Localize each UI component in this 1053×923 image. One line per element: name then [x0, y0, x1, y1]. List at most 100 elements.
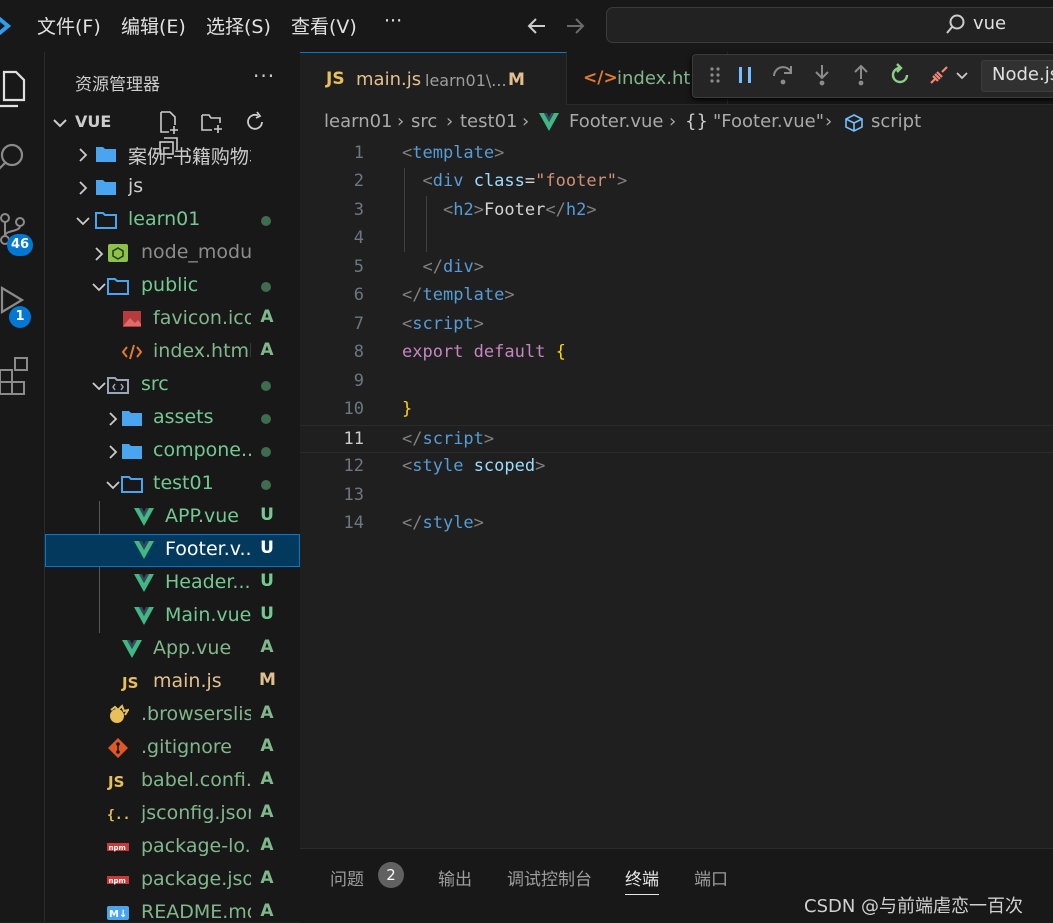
menu-more[interactable]: ··· — [384, 10, 402, 32]
chevron-right-icon[interactable] — [75, 148, 91, 162]
menu-file[interactable]: 文件(F) — [37, 12, 101, 39]
chevron-right-icon[interactable] — [105, 445, 121, 459]
step-out-icon[interactable] — [849, 63, 873, 87]
new-file-icon[interactable] — [157, 110, 181, 134]
tree-item[interactable]: favicon.ico A — [45, 303, 300, 336]
line-number: 3 — [353, 200, 364, 220]
tab-modified-marker: M — [508, 70, 525, 90]
panel-tab-output[interactable]: 输出 — [438, 865, 472, 890]
chevron-down-icon[interactable] — [75, 214, 91, 228]
tree-item[interactable]: JS babel.confi... A — [45, 765, 300, 798]
panel-tab-problems[interactable]: 问题 — [330, 865, 364, 890]
code-line-current: 11 </script> — [300, 425, 1053, 453]
new-folder-icon[interactable] — [200, 110, 224, 134]
forward-arrow-icon[interactable] — [564, 15, 586, 37]
chevron-right-icon[interactable] — [105, 412, 121, 426]
tree-item-label: favicon.ico — [153, 307, 251, 329]
breadcrumb-footer-object[interactable]: "Footer.vue" — [713, 111, 824, 132]
tree-item[interactable]: public — [45, 270, 300, 303]
tree-item[interactable]: test01 — [45, 468, 300, 501]
tree-item[interactable]: App.vue A — [45, 633, 300, 666]
chevron-down-icon[interactable] — [955, 69, 969, 83]
menu-edit[interactable]: 编辑(E) — [121, 12, 186, 39]
back-arrow-icon[interactable] — [526, 15, 548, 37]
tree-item[interactable]: node_modules — [45, 237, 300, 270]
tree-item[interactable]: learn01 — [45, 204, 300, 237]
menu-view[interactable]: 查看(V) — [291, 12, 357, 39]
modified-dot — [261, 282, 271, 292]
drag-handle-icon[interactable] — [703, 63, 727, 87]
html-file-icon: </> — [583, 68, 618, 88]
tree-item[interactable]: js — [45, 171, 300, 204]
chevron-right-icon: › — [397, 111, 405, 132]
chevron-right-icon[interactable] — [75, 181, 91, 195]
tree-item[interactable]: .browserslis... A — [45, 699, 300, 732]
tree-item[interactable]: JS main.js M — [45, 666, 300, 699]
tree-item[interactable]: 案例-书籍购物车 — [45, 138, 300, 171]
tree-item[interactable]: src — [45, 369, 300, 402]
src-folder-icon — [107, 377, 129, 394]
js-file-icon: JS — [107, 773, 124, 791]
tree-item[interactable]: M↓ README.md A — [45, 897, 300, 922]
tree-item[interactable]: index.html A — [45, 336, 300, 369]
svg-text:M↓: M↓ — [109, 909, 127, 920]
disconnect-icon[interactable] — [927, 63, 951, 87]
tab-main-js[interactable]: JS main.js learn01\... M — [300, 52, 567, 105]
breadcrumb-src[interactable]: src — [411, 111, 437, 132]
command-center-search[interactable]: vue — [606, 7, 1053, 43]
tree-item-selected[interactable]: Footer.v... U — [45, 534, 300, 567]
breadcrumb-footer-vue[interactable]: Footer.vue — [569, 111, 663, 132]
git-status-badge: A — [260, 307, 274, 327]
pause-icon[interactable] — [733, 63, 757, 87]
tab-main-js-name: main.js — [356, 69, 422, 90]
tree-item-label: learn01 — [128, 208, 201, 230]
git-status-badge: A — [260, 769, 274, 789]
breadcrumb-learn01[interactable]: learn01 — [324, 111, 393, 132]
tree-item[interactable]: APP.vue U — [45, 501, 300, 534]
tree-item-label: APP.vue — [165, 505, 239, 527]
extensions-icon[interactable] — [0, 352, 30, 396]
tree-item[interactable]: assets — [45, 402, 300, 435]
chevron-right-icon[interactable] — [91, 247, 107, 261]
vue-file-icon — [134, 607, 154, 625]
problems-count-badge: 2 — [378, 862, 404, 888]
explorer-title: 资源管理器 — [75, 75, 160, 95]
svg-text:JS: JS — [107, 773, 124, 791]
refresh-icon[interactable] — [243, 110, 267, 134]
svg-text:JS: JS — [121, 674, 138, 692]
step-into-icon[interactable] — [810, 63, 834, 87]
panel-tab-terminal[interactable]: 终端 — [625, 865, 659, 895]
chevron-down-icon[interactable] — [91, 379, 107, 393]
panel-tab-debug-console[interactable]: 调试控制台 — [507, 865, 592, 890]
tree-item[interactable]: Header.... U — [45, 567, 300, 600]
explorer-icon[interactable] — [0, 68, 30, 108]
panel-tab-ports[interactable]: 端口 — [694, 865, 728, 890]
tree-item[interactable]: .gitignore A — [45, 732, 300, 765]
explorer-more-button[interactable]: ··· — [253, 64, 275, 88]
git-status-badge: A — [260, 901, 274, 921]
code-line: 13 — [300, 482, 1053, 510]
tree-item[interactable]: {..} jsconfig.json A — [45, 798, 300, 831]
menu-selection[interactable]: 选择(S) — [206, 12, 271, 39]
chevron-down-icon[interactable] — [91, 280, 107, 294]
restart-icon[interactable] — [888, 63, 912, 87]
tree-item-label: main.js — [153, 670, 222, 692]
tree-item[interactable]: npm package.json A — [45, 864, 300, 897]
tree-item-label: babel.confi... — [141, 769, 251, 791]
tree-item-label: index.html — [153, 340, 251, 362]
workspace-section-header[interactable]: VUE — [45, 108, 300, 155]
breadcrumb-test01[interactable]: test01 — [460, 111, 517, 132]
folder-open-icon — [121, 476, 143, 493]
code-editor[interactable]: 1 <template> 2 <div class="footer"> 3 <h… — [300, 140, 1053, 560]
step-over-icon[interactable] — [771, 63, 795, 87]
search-view-icon[interactable] — [0, 138, 30, 178]
chevron-down-icon[interactable] — [105, 478, 121, 492]
tree-item[interactable]: npm package-lo... A — [45, 831, 300, 864]
folder-icon — [122, 444, 142, 459]
tree-item[interactable]: Main.vue U — [45, 600, 300, 633]
debug-config-select[interactable]: Node.js — [981, 60, 1053, 92]
vue-file-icon — [134, 574, 154, 592]
node-modules-icon — [108, 244, 128, 262]
tree-item[interactable]: compone... — [45, 435, 300, 468]
breadcrumb-script[interactable]: script — [871, 111, 921, 132]
